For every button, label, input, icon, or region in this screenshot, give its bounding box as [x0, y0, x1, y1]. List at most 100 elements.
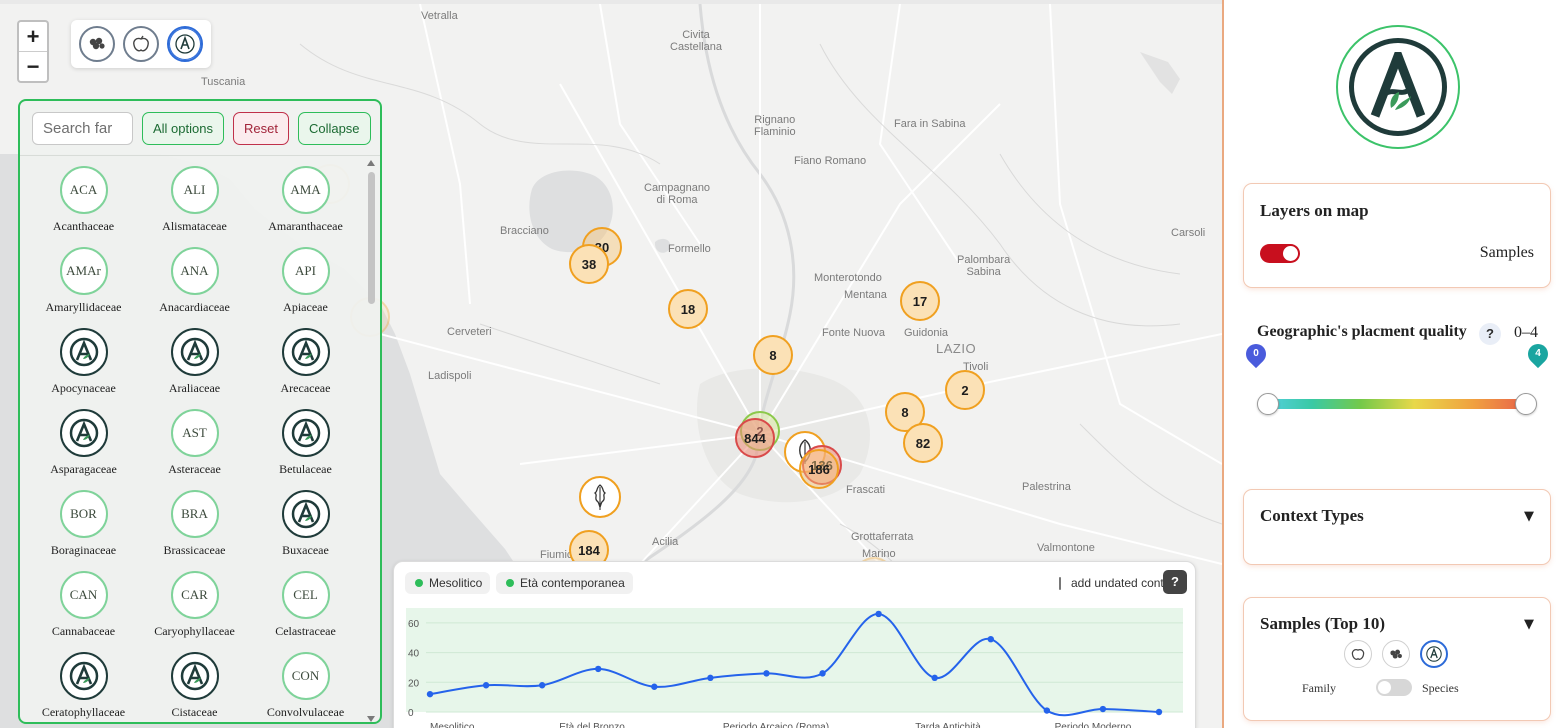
layer-button-grapes[interactable]	[79, 26, 115, 62]
chip-label: Età contemporanea	[520, 576, 625, 590]
place-lazio: LAZIO	[936, 341, 977, 356]
family-name: Buxaceae	[282, 543, 329, 557]
family-abbr-icon: CEL	[281, 571, 330, 619]
quality-slider-track[interactable]	[1258, 399, 1528, 409]
family-name: Amaranthaceae	[268, 219, 343, 233]
samples-layer-toggle[interactable]	[1260, 244, 1300, 263]
reset-button[interactable]: Reset	[232, 111, 289, 145]
family-name: Arecaceae	[280, 381, 331, 395]
family-species-toggle[interactable]	[1376, 679, 1412, 696]
map[interactable]: Vetralla Tuscania Civita Castellana Brac…	[0, 0, 1222, 728]
place-grottaferrata: Grottaferrata	[851, 531, 914, 543]
scroll-thumb[interactable]	[368, 172, 375, 304]
chevron-down-icon[interactable]: ▼	[1524, 509, 1534, 524]
layer-button-archeo[interactable]	[167, 26, 203, 62]
family-item[interactable]: Buxaceae	[250, 490, 361, 571]
toggle-knob	[1378, 681, 1391, 694]
family-search-input[interactable]	[32, 111, 133, 145]
family-item[interactable]: AMAr Amaryllidaceae	[28, 247, 139, 328]
map-cluster[interactable]: 82	[903, 423, 943, 463]
family-item[interactable]: BRA Brassicaceae	[139, 490, 250, 571]
place-vetralla: Vetralla	[421, 10, 458, 22]
context-types-title: Context Types	[1260, 506, 1364, 525]
scroll-down-arrow[interactable]	[367, 716, 375, 722]
map-cluster[interactable]: 2	[945, 370, 985, 410]
family-item[interactable]: AST Asteraceae	[139, 409, 250, 490]
family-item[interactable]: ANA Anacardiaceae	[139, 247, 250, 328]
quality-slider-min-handle[interactable]	[1257, 393, 1279, 415]
layers-card: Layers on map Samples	[1244, 184, 1550, 287]
place-frascati: Frascati	[846, 484, 886, 496]
sample-type-archeo[interactable]	[1420, 640, 1448, 668]
zoom-in-button[interactable]: +	[19, 22, 47, 51]
family-abbr: BOR	[70, 506, 97, 521]
quality-help-button[interactable]: ?	[1479, 323, 1501, 345]
family-name: Asteraceae	[168, 462, 221, 476]
sidebar: Layers on map Samples Geographic's placm…	[1222, 0, 1556, 728]
archeo-logo-icon	[175, 34, 195, 54]
map-cluster[interactable]: 17	[900, 281, 940, 321]
scroll-up-arrow[interactable]	[367, 160, 375, 166]
undated-contexts-option[interactable]: add undated contexts	[1059, 576, 1179, 590]
sample-type-grapes[interactable]	[1382, 640, 1410, 668]
quality-slider-max-handle[interactable]	[1515, 393, 1537, 415]
quality-max-marker: 4	[1523, 339, 1553, 369]
apple-outline-icon	[1351, 649, 1365, 660]
timeline-chart[interactable]: 0 20 40 60 Mesolitico Età del Bronzo Periodo A…	[394, 602, 1195, 728]
family-item[interactable]: CON Convolvulaceae	[250, 652, 361, 722]
family-item[interactable]: Araliaceae	[139, 328, 250, 409]
family-abbr-icon: API	[281, 247, 330, 295]
collapse-button[interactable]: Collapse	[297, 111, 371, 145]
timeline-panel: Mesolitico Età contemporanea add undated…	[393, 561, 1196, 728]
place-bracciano: Bracciano	[500, 225, 549, 237]
family-abbr-icon: BRA	[170, 490, 219, 538]
map-cluster[interactable]: 38	[569, 244, 609, 284]
family-item[interactable]: Asparagaceae	[28, 409, 139, 490]
family-name: Acanthaceae	[52, 219, 115, 233]
family-abbr: API	[295, 263, 316, 278]
family-item[interactable]: Betulaceae	[250, 409, 361, 490]
family-list-scrollbar[interactable]	[366, 158, 378, 722]
map-cluster[interactable]: 186	[799, 449, 839, 489]
family-item[interactable]: CAN Cannabaceae	[28, 571, 139, 652]
archeo-logo-icon	[1426, 646, 1442, 662]
undated-checkbox[interactable]	[1059, 576, 1061, 590]
chip-label: Mesolitico	[429, 576, 483, 590]
map-cluster[interactable]: 8	[753, 335, 793, 375]
family-name: Celastraceae	[275, 624, 336, 638]
family-item[interactable]: ACA Acanthaceae	[28, 166, 139, 247]
timeline-y-tick: 20	[408, 678, 420, 689]
all-options-button[interactable]: All options	[142, 111, 224, 145]
timeline-chip-start[interactable]: Mesolitico	[405, 572, 491, 594]
place-fonte-nuova: Fonte Nuova	[822, 327, 885, 339]
family-name: Cistaceae	[171, 705, 218, 719]
family-abbr: BRA	[181, 506, 208, 521]
family-item[interactable]: CEL Celastraceae	[250, 571, 361, 652]
family-item[interactable]: Ceratophyllaceae	[28, 652, 139, 722]
context-types-card[interactable]: Context Types ▼	[1244, 490, 1550, 564]
family-item[interactable]: Apocynaceae	[28, 328, 139, 409]
family-item[interactable]: Cistaceae	[139, 652, 250, 722]
family-item[interactable]: API Apiaceae	[250, 247, 361, 328]
family-item[interactable]: AMA Amaranthaceae	[250, 166, 361, 247]
chevron-down-icon[interactable]: ▼	[1524, 617, 1534, 632]
family-item[interactable]: CAR Caryophyllaceae	[139, 571, 250, 652]
layer-button-fruit[interactable]	[123, 26, 159, 62]
oak-leaf-icon	[593, 484, 607, 510]
family-item[interactable]: Arecaceae	[250, 328, 361, 409]
timeline-help-button[interactable]: ?	[1163, 570, 1187, 594]
archeo-logo-icon	[281, 328, 330, 376]
zoom-out-button[interactable]: −	[19, 51, 47, 80]
timeline-x-tick: Periodo Arcaico (Roma)	[723, 722, 829, 728]
map-cluster[interactable]: 18	[668, 289, 708, 329]
family-abbr: CAN	[69, 587, 98, 602]
sample-type-fruit[interactable]	[1344, 640, 1372, 668]
family-item[interactable]: ALI Alismataceae	[139, 166, 250, 247]
map-cluster[interactable]: 844	[735, 418, 775, 458]
place-palombara: Palombara Sabina	[957, 254, 1011, 278]
place-mentana: Mentana	[844, 289, 887, 301]
map-sample-marker[interactable]	[579, 476, 621, 518]
archeo-logo-icon	[59, 409, 108, 457]
timeline-chip-end[interactable]: Età contemporanea	[496, 572, 633, 594]
family-item[interactable]: BOR Boraginaceae	[28, 490, 139, 571]
